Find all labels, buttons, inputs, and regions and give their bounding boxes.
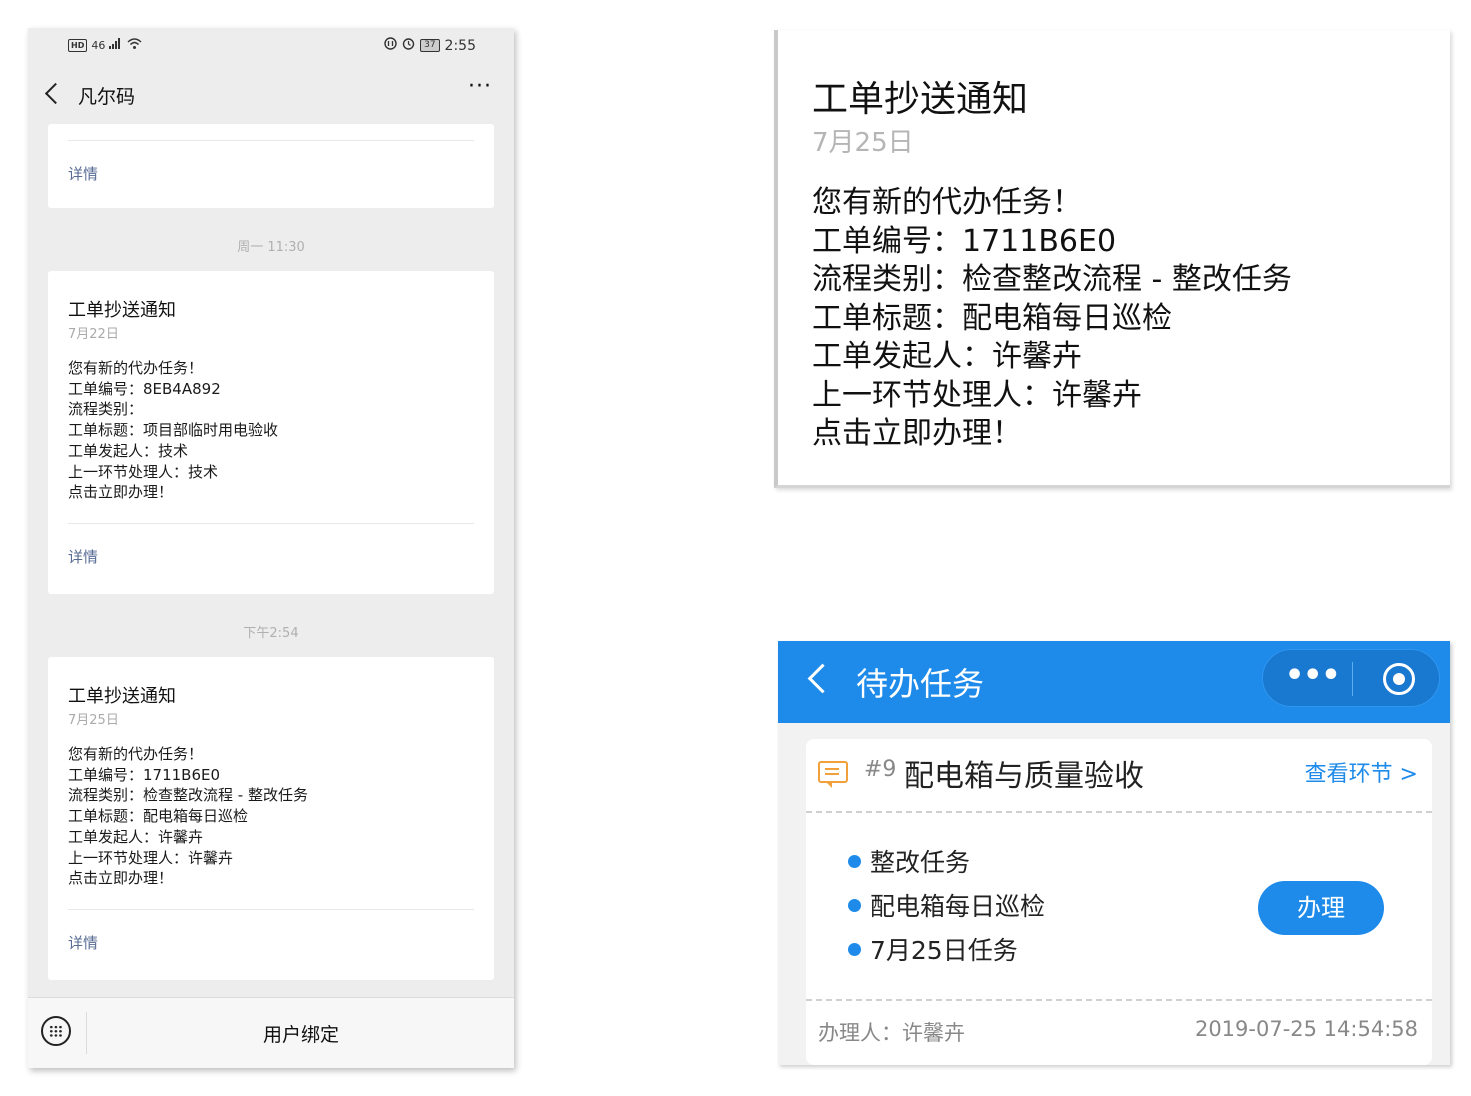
more-icon[interactable]: ••• xyxy=(1285,658,1341,693)
detail-link[interactable]: 详情 xyxy=(68,910,474,953)
back-icon[interactable] xyxy=(807,663,838,694)
wifi-icon xyxy=(127,38,142,52)
bottom-menu-bar: 用户绑定 xyxy=(28,997,514,1068)
task-timestamp: 2019-07-25 14:54:58 xyxy=(1194,1017,1418,1041)
zoomed-notification: 工单抄送通知 7月25日 您有新的代办任务！ 工单编号：1711B6E0 流程类… xyxy=(774,30,1450,488)
message-card-partial[interactable]: 详情 xyxy=(48,124,494,208)
battery-icon: 37 xyxy=(420,39,440,52)
card-title: 工单抄送通知 xyxy=(68,686,176,707)
list-item: 配电箱每日巡检 xyxy=(848,883,1045,927)
hd-icon: HD xyxy=(68,38,88,52)
keyboard-icon[interactable] xyxy=(41,1016,71,1046)
menu-divider xyxy=(86,1012,87,1054)
list-item: 整改任务 xyxy=(848,839,1045,883)
alarm-icon xyxy=(402,37,415,54)
card-title: 工单抄送通知 xyxy=(68,300,176,321)
chat-title: 凡尔码 xyxy=(78,86,136,108)
detail-link[interactable]: 详情 xyxy=(68,141,474,184)
user-binding-menu[interactable]: 用户绑定 xyxy=(88,1020,514,1047)
task-card-footer: 办理人：许馨卉 2019-07-25 14:54:58 xyxy=(806,999,1432,1065)
status-bar: HD 46 37 2:55 xyxy=(28,28,514,66)
chat-nav-bar: 凡尔码 ··· xyxy=(28,74,514,118)
message-card[interactable]: 工单抄送通知 7月22日 您有新的代办任务！ 工单编号：8EB4A892 流程类… xyxy=(48,271,494,594)
list-item: 7月25日任务 xyxy=(848,927,1045,971)
handle-button[interactable]: 办理 xyxy=(1258,881,1384,935)
close-target-icon[interactable] xyxy=(1383,663,1415,695)
capsule-menu: ••• xyxy=(1262,649,1440,707)
wechat-chat-screen: HD 46 37 2:55 凡尔码 ··· 详情 周一 11:30 工单抄送通知… xyxy=(28,28,514,1068)
bullet-icon xyxy=(848,942,861,956)
task-title: 配电箱与质量验收 xyxy=(904,759,1144,794)
signal-icon xyxy=(109,38,123,52)
bullet-icon xyxy=(848,898,861,912)
back-icon[interactable] xyxy=(44,82,67,105)
data-saver-icon xyxy=(384,37,397,54)
mini-header: 待办任务 ••• xyxy=(778,641,1450,723)
bullet-icon xyxy=(848,854,861,868)
mini-title: 待办任务 xyxy=(856,665,985,703)
card-body: 您有新的代办任务！ 工单编号：1711B6E0 流程类别：检查整改流程 - 整改… xyxy=(68,745,308,888)
zoom-body: 您有新的代办任务！ 工单编号：1711B6E0 流程类别：检查整改流程 - 整改… xyxy=(812,185,1292,451)
message-timestamp: 下午2:54 xyxy=(243,626,299,641)
zoom-date: 7月25日 xyxy=(812,128,914,158)
card-date: 7月22日 xyxy=(68,327,119,342)
task-tag-list: 整改任务 配电箱每日巡检 7月25日任务 xyxy=(848,839,1045,971)
message-card[interactable]: 工单抄送通知 7月25日 您有新的代办任务！ 工单编号：1711B6E0 流程类… xyxy=(48,657,494,980)
task-tag: 7月25日任务 xyxy=(870,936,1018,965)
status-right: 37 2:55 xyxy=(384,37,476,54)
handler-label: 办理人：许馨卉 xyxy=(818,1021,965,1045)
task-card-header: #9 配电箱与质量验收 查看环节 > xyxy=(806,739,1432,813)
message-icon xyxy=(818,761,848,788)
message-timestamp: 周一 11:30 xyxy=(237,240,305,255)
detail-link[interactable]: 详情 xyxy=(68,524,474,567)
status-left: HD 46 xyxy=(68,38,142,52)
task-tag: 整改任务 xyxy=(870,848,971,877)
pending-task-screen: 待办任务 ••• #9 配电箱与质量验收 查看环节 > 整改任务 配电箱每日巡检… xyxy=(778,641,1450,1065)
task-tag: 配电箱每日巡检 xyxy=(870,892,1046,921)
task-number: #9 xyxy=(864,757,897,782)
clock-time: 2:55 xyxy=(444,37,476,54)
more-icon[interactable]: ··· xyxy=(468,74,492,99)
card-date: 7月25日 xyxy=(68,713,119,728)
capsule-divider xyxy=(1352,662,1353,696)
view-steps-link[interactable]: 查看环节 > xyxy=(1305,756,1418,788)
card-body: 您有新的代办任务！ 工单编号：8EB4A892 流程类别： 工单标题：项目部临时… xyxy=(68,359,279,502)
network-label: 46 xyxy=(91,38,106,52)
task-card: #9 配电箱与质量验收 查看环节 > 整改任务 配电箱每日巡检 7月25日任务 … xyxy=(806,739,1432,1065)
zoom-title: 工单抄送通知 xyxy=(812,79,1029,120)
